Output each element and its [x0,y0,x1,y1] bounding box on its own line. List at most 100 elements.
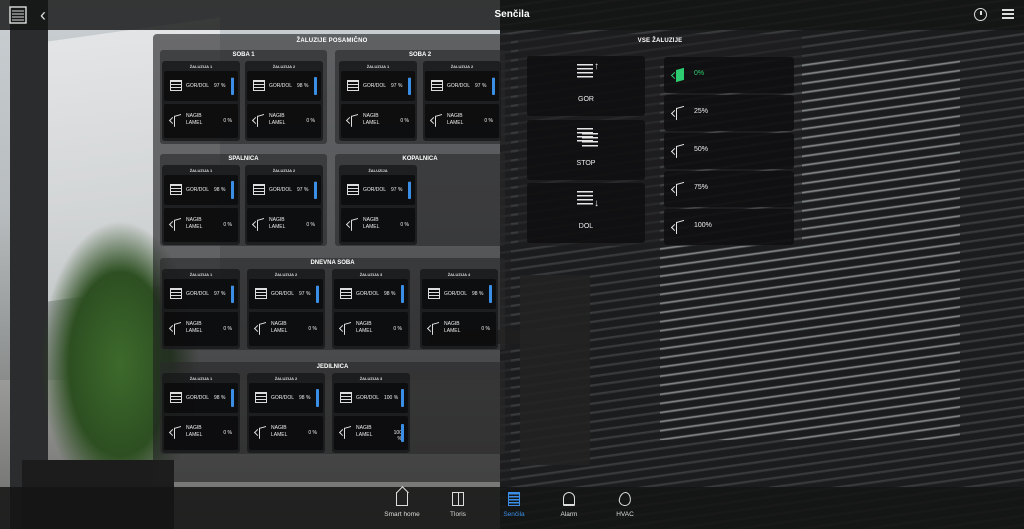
nav-alarm[interactable]: Alarm [541,492,597,526]
gor-dol-label: GOR/DOL [271,291,295,297]
tilt-value: 0 % [393,326,402,332]
position-bar[interactable] [408,77,411,95]
position-bar[interactable] [314,181,317,199]
tilt-control[interactable]: NAGIB LAMEL 0 % [164,104,238,138]
blinds-stop-button[interactable]: STOP [527,120,645,180]
tilt-value: 0 % [308,326,317,332]
position-control[interactable]: GOR/DOL 100 % [334,383,408,413]
tilt-control[interactable]: NAGIB LAMEL 0 % [334,312,408,346]
position-control[interactable]: GOR/DOL 97 % [341,71,415,101]
blind-card: ŽALUZIJA 1 GOR/DOL 98 % NAGIB LAMEL 0 % [162,165,240,245]
tilt-label: 75% [694,184,709,191]
position-control[interactable]: GOR/DOL 98 % [422,279,496,309]
nagib-lamel-label: NAGIB LAMEL [356,425,373,438]
blinds-up-button[interactable]: ↑ GOR [527,56,645,116]
position-bar[interactable] [316,389,319,407]
position-value: 97 % [214,291,226,297]
gor-dol-label: GOR/DOL [186,83,210,89]
house-icon [396,492,408,506]
tilt-100-button[interactable]: 100% [664,209,794,245]
gor-dol-label: GOR/DOL [269,187,293,193]
position-bar[interactable] [231,389,234,407]
nav-hvac[interactable]: HVAC [597,491,653,526]
position-control[interactable]: GOR/DOL 97 % [249,279,323,309]
gor-dol-label: GOR/DOL [363,187,387,193]
tilt-value: 0 % [223,326,232,332]
clock-icon[interactable] [974,8,987,21]
nagib-lamel-label: NAGIB LAMEL [271,321,288,334]
position-control[interactable]: GOR/DOL 98 % [334,279,408,309]
position-control[interactable]: GOR/DOL 97 % [425,71,499,101]
tilt-control[interactable]: NAGIB LAMEL 0 % [247,104,321,138]
position-control[interactable]: GOR/DOL 97 % [247,175,321,205]
panel-title: VSE ŽALUZIJE [637,38,683,44]
position-bar[interactable] [231,285,234,303]
tilt-25-button[interactable]: 25% [664,95,794,131]
tilt-icon [345,217,359,231]
nav-sencila[interactable]: Senčila [486,492,542,526]
gor-dol-label: GOR/DOL [447,83,471,89]
position-value: 97 % [475,83,487,89]
position-bar[interactable] [316,285,319,303]
position-value: 98 % [214,187,226,193]
nav-label: Smart home [384,511,420,518]
blind-title: ŽALUZIJA 2 [274,376,298,381]
tilt-control[interactable]: NAGIB LAMEL 0 % [341,208,415,242]
blind-title: ŽALUZIJA 2 [272,168,296,173]
tilt-control[interactable]: NAGIB LAMEL 0 % [164,416,238,450]
tilt-icon [345,113,359,127]
tilt-icon [168,321,182,335]
tilt-control[interactable]: NAGIB LAMEL 0 % [425,104,499,138]
tilt-control[interactable]: NAGIB LAMEL 0 % [422,312,496,346]
tilt-icon [429,113,443,127]
tilt-control[interactable]: NAGIB LAMEL 100 % [334,416,408,450]
position-bar[interactable] [314,77,317,95]
blind-card: ŽALUZIJA 2 GOR/DOL 98 % NAGIB LAMEL 0 % [247,373,325,453]
nav-smart-home[interactable]: Smart home [374,492,430,526]
position-control[interactable]: GOR/DOL 97 % [164,71,238,101]
tilt-control[interactable]: NAGIB LAMEL 0 % [249,416,323,450]
position-bar[interactable] [401,389,404,407]
tilt-0-button[interactable]: 0% [664,57,794,93]
tilt-control[interactable]: NAGIB LAMEL 0 % [247,208,321,242]
tilt-control[interactable]: NAGIB LAMEL 0 % [249,312,323,346]
tilt-icon [670,181,685,197]
menu-icon[interactable] [1002,9,1014,19]
nav-tloris[interactable]: Tloris [430,492,486,526]
tilt-value: 0 % [400,118,409,124]
blinds-down-button[interactable]: ↓ DOL [527,183,645,243]
position-control[interactable]: GOR/DOL 98 % [164,383,238,413]
blinds-icon [170,288,182,299]
blinds-icon [347,184,359,195]
position-control[interactable]: GOR/DOL 98 % [164,175,238,205]
position-control[interactable]: GOR/DOL 98 % [249,383,323,413]
position-bar[interactable] [408,181,411,199]
tilt-label: 25% [694,108,709,115]
position-value: 97 % [214,83,226,89]
position-bar[interactable] [401,285,404,303]
position-value: 98 % [214,395,226,401]
nagib-lamel-label: NAGIB LAMEL [186,321,203,334]
tilt-control[interactable]: NAGIB LAMEL 0 % [164,312,238,346]
position-bar[interactable] [231,77,234,95]
position-bar[interactable] [492,77,495,95]
nav-label: Alarm [560,511,578,518]
tilt-icon [670,105,685,121]
tilt-control[interactable]: NAGIB LAMEL 0 % [164,208,238,242]
tilt-75-button[interactable]: 75% [664,171,794,207]
position-value: 97 % [297,187,309,193]
position-control[interactable]: GOR/DOL 97 % [164,279,238,309]
position-control[interactable]: GOR/DOL 98 % [247,71,321,101]
nav-label: HVAC [616,511,634,518]
tilt-icon [338,425,352,439]
position-bar[interactable] [489,285,492,303]
tilt-value: 100 % [393,430,402,442]
tilt-bar[interactable] [401,424,404,442]
tilt-control[interactable]: NAGIB LAMEL 0 % [341,104,415,138]
tilt-icon [670,143,685,159]
page-title: Senčila [494,9,530,20]
position-bar[interactable] [231,181,234,199]
position-value: 97 % [391,187,403,193]
tilt-50-button[interactable]: 50% [664,133,794,169]
position-control[interactable]: GOR/DOL 97 % [341,175,415,205]
